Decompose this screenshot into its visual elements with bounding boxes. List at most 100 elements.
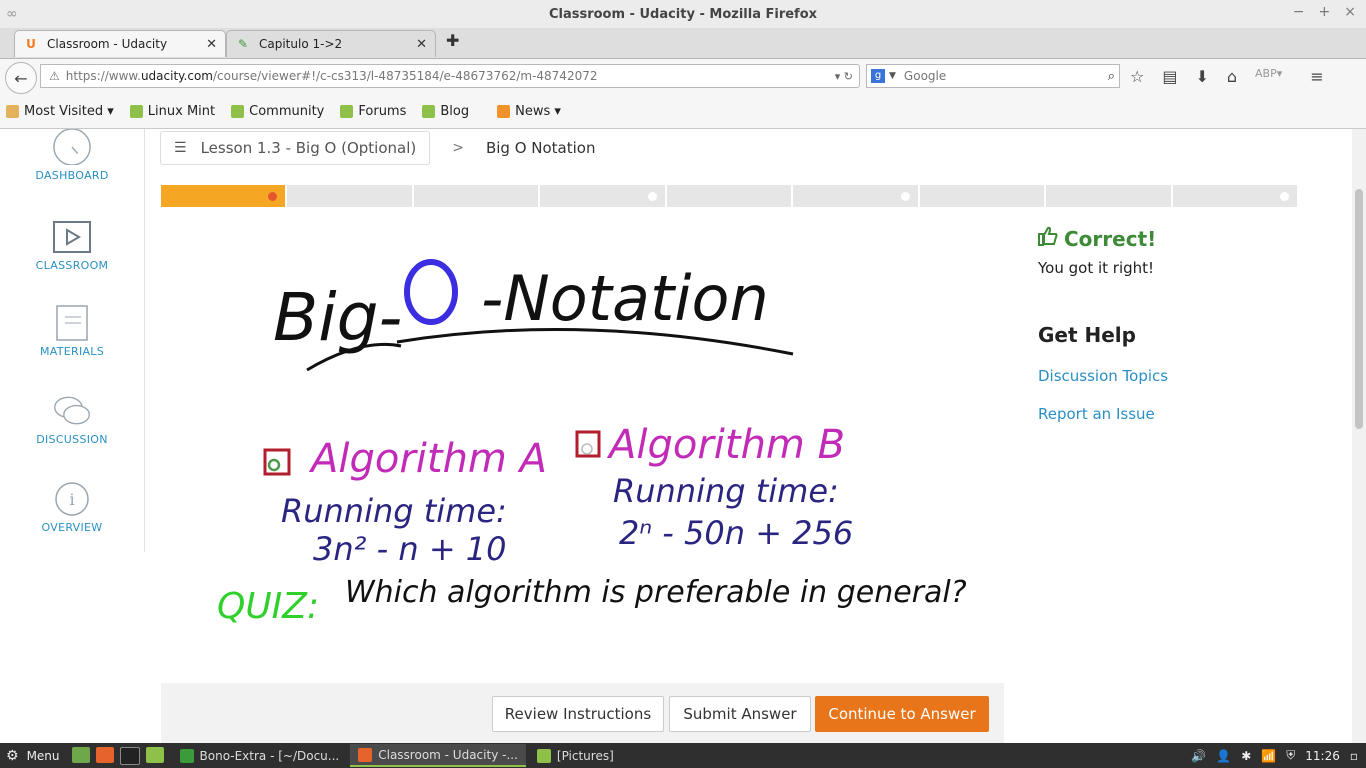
lesson-menu-button[interactable]: ☰ Lesson 1.3 - Big O (Optional)	[160, 131, 431, 165]
window-title: Classroom - Udacity - Mozilla Firefox	[548, 6, 818, 22]
taskbar-window-bono-extra[interactable]: Bono-Extra - [~/Docu...	[172, 744, 348, 767]
notebook-icon	[52, 305, 92, 341]
back-button[interactable]: ←	[5, 62, 37, 94]
quiz-dot	[647, 192, 657, 201]
progress-segment[interactable]	[287, 185, 414, 207]
page-scrollbar[interactable]	[1352, 129, 1366, 743]
shield-icon[interactable]: ⛨	[1286, 748, 1295, 763]
list-icon: ☰	[174, 140, 187, 156]
start-menu-button[interactable]: ⚙ Menu	[6, 748, 60, 764]
thumbs-up-icon	[1038, 226, 1058, 251]
taskbar-window-classroom[interactable]: Classroom - Udacity -...	[350, 744, 526, 767]
folder-icon	[6, 105, 19, 118]
quiz-question: Which algorithm is preferable in general…	[345, 575, 967, 610]
new-tab-icon[interactable]: ✚	[446, 31, 459, 50]
home-icon[interactable]: ⌂	[1227, 67, 1237, 86]
continue-to-answer-button[interactable]: Continue to Answer	[815, 696, 989, 732]
desktop-icon[interactable]	[71, 746, 90, 763]
review-instructions-button[interactable]: Review Instructions	[492, 696, 664, 732]
svg-text:i: i	[69, 490, 74, 509]
gear-icon: ⚙	[6, 747, 19, 764]
back-arrow-icon: ←	[14, 68, 28, 88]
show-desktop-icon[interactable]: ▫	[1350, 749, 1358, 763]
report-issue-link[interactable]: Report an Issue	[1038, 405, 1328, 423]
progress-segment[interactable]	[161, 185, 288, 207]
sidebar-item-overview[interactable]: i OVERVIEW	[0, 481, 144, 534]
bookmark-forums[interactable]: Forums	[340, 104, 406, 119]
search-input[interactable]	[901, 68, 1096, 84]
search-icon[interactable]: ⌕	[1108, 69, 1115, 84]
lesson-progress-bar	[161, 185, 1297, 207]
discussion-topics-link[interactable]: Discussion Topics	[1038, 367, 1328, 385]
bluetooth-icon[interactable]: ✱	[1241, 749, 1251, 763]
sidebar-label: CLASSROOM	[35, 259, 109, 272]
system-taskbar: ⚙ Menu Bono-Extra - [~/Docu... Classroom…	[0, 743, 1366, 768]
app-menu-icon[interactable]: ∞	[6, 6, 22, 22]
toolbar-icons: ☆ ▤ ⬇ ⌂ ABP▾ ≡	[1130, 67, 1324, 86]
navigation-toolbar: ← ⚠ https://www.udacity.com/course/viewe…	[0, 59, 1366, 95]
chevron-down-icon[interactable]: ▼	[889, 71, 896, 81]
formula-a: 3n² - n + 10	[313, 530, 507, 568]
search-bar[interactable]: g ▼ ⌕	[866, 64, 1120, 88]
course-sidebar: DASHBOARD CLASSROOM MATERIALS DISCUSSION…	[0, 129, 145, 552]
volume-icon[interactable]: 🔊	[1191, 749, 1206, 763]
progress-segment[interactable]	[793, 185, 920, 207]
url-bar[interactable]: ⚠ https://www.udacity.com/course/viewer#…	[40, 64, 860, 88]
bookmark-news[interactable]: News ▾	[497, 104, 561, 119]
bookmark-linux-mint[interactable]: Linux Mint	[129, 104, 215, 119]
bookmark-blog[interactable]: Blog	[422, 104, 469, 119]
sidebar-item-discussion[interactable]: DISCUSSION	[0, 393, 144, 446]
progress-segment[interactable]	[413, 185, 541, 207]
bookmark-community[interactable]: Community	[231, 104, 324, 119]
info-icon: i	[52, 481, 92, 517]
sidebar-label: OVERVIEW	[41, 521, 103, 534]
progress-segment[interactable]	[919, 185, 1047, 207]
firefox-icon[interactable]	[95, 746, 114, 763]
quiz-dot	[1279, 192, 1289, 201]
terminal-icon[interactable]	[119, 746, 140, 765]
tab-label: Classroom - Udacity	[47, 37, 168, 51]
reload-icon[interactable]: ▾ ↻	[835, 70, 853, 83]
taskbar-window-pictures[interactable]: [Pictures]	[529, 744, 622, 767]
sidebar-item-dashboard[interactable]: DASHBOARD	[0, 129, 144, 182]
close-tab-icon[interactable]: ✕	[416, 37, 427, 52]
progress-segment[interactable]	[1172, 185, 1297, 207]
scrollbar-thumb[interactable]	[1355, 189, 1363, 429]
submit-answer-button[interactable]: Submit Answer	[669, 696, 811, 732]
maximize-icon[interactable]: +	[1319, 4, 1331, 20]
bookmark-star-icon[interactable]: ☆	[1130, 67, 1144, 86]
progress-segment[interactable]	[666, 185, 794, 207]
running-time-a: Running time:	[281, 492, 507, 530]
title-notation: -Notation	[481, 262, 769, 335]
status-text: Correct!	[1064, 226, 1157, 251]
tab-capitulo[interactable]: ✎ Capitulo 1->2 ✕	[226, 30, 436, 57]
adblock-icon[interactable]: ABP▾	[1255, 67, 1282, 86]
bookmark-most-visited[interactable]: Most Visited ▾	[6, 104, 114, 119]
hamburger-menu-icon[interactable]: ≡	[1310, 67, 1323, 86]
window-label: Classroom - Udacity -...	[378, 747, 518, 762]
quiz-controls: Review Instructions Submit Answer Contin…	[161, 683, 1004, 743]
selected-radio-icon	[267, 458, 281, 472]
chat-bubbles-icon	[52, 393, 92, 429]
quiz-whiteboard: Big- O -Notation Algorithm A Algorithm B…	[161, 220, 1004, 682]
whiteboard-canvas: Big- O -Notation Algorithm A Algorithm B…	[217, 259, 967, 627]
mint-icon	[231, 105, 245, 118]
udacity-icon: U	[26, 37, 36, 51]
files-icon[interactable]	[145, 746, 164, 763]
user-icon[interactable]: 👤	[1216, 749, 1231, 763]
quiz-label: QUIZ:	[217, 586, 319, 627]
close-tab-icon[interactable]: ✕	[206, 37, 217, 52]
close-window-icon[interactable]: ×	[1344, 4, 1356, 20]
sidebar-item-materials[interactable]: MATERIALS	[0, 305, 144, 358]
minimize-icon[interactable]: −	[1293, 4, 1305, 20]
sidebar-item-classroom[interactable]: CLASSROOM	[0, 219, 144, 272]
download-icon[interactable]: ⬇	[1195, 67, 1208, 86]
reading-list-icon[interactable]: ▤	[1162, 67, 1177, 86]
url-text: https://www.udacity.com/course/viewer#!/…	[65, 69, 598, 83]
tab-classroom-udacity[interactable]: U Classroom - Udacity ✕	[14, 30, 226, 57]
edit-icon	[179, 748, 194, 763]
progress-segment[interactable]	[1046, 185, 1173, 207]
network-icon[interactable]: 📶	[1261, 749, 1276, 763]
sidebar-label: DASHBOARD	[35, 169, 109, 182]
progress-segment[interactable]	[540, 185, 667, 207]
